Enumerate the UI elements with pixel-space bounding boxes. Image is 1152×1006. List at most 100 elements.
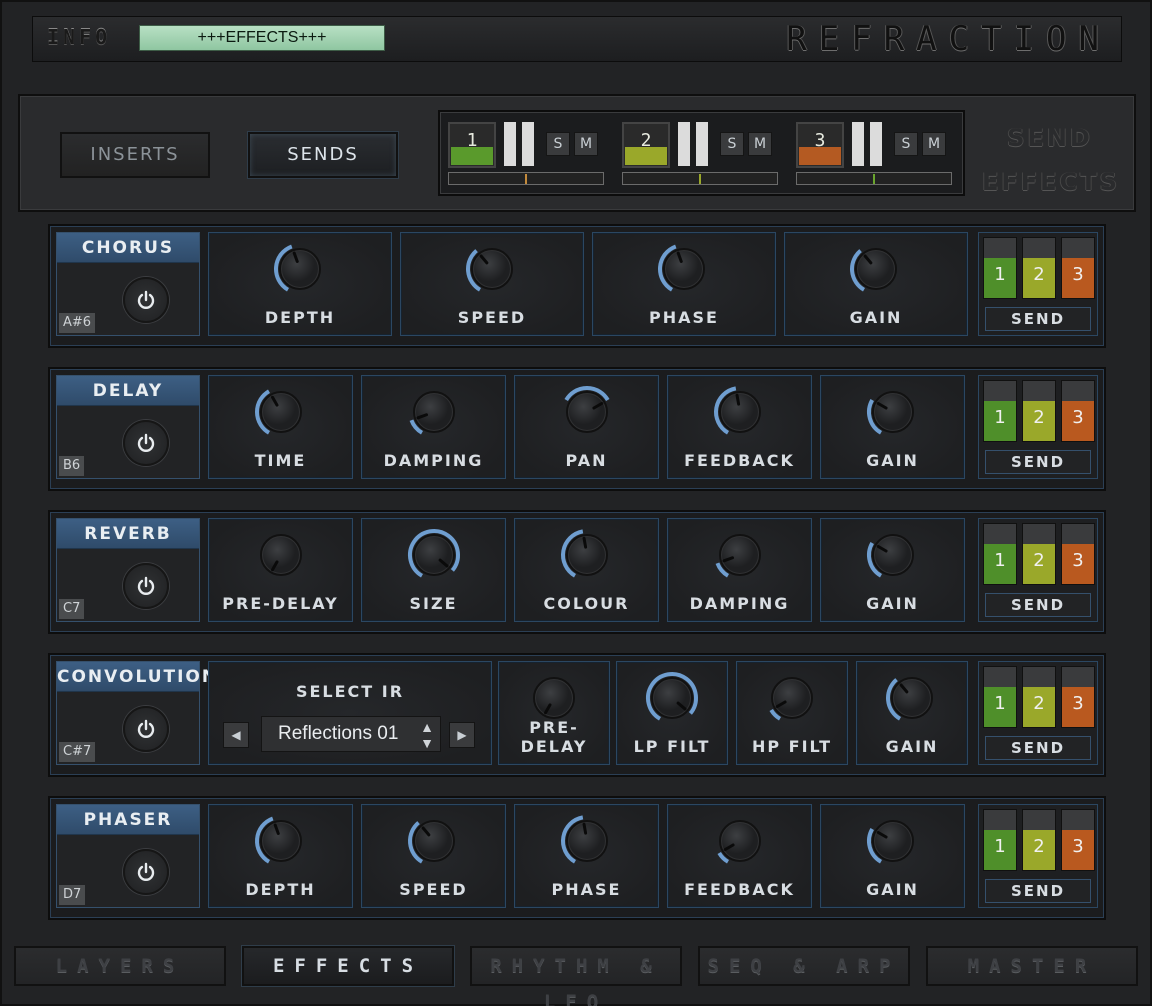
updown-icon: ▲ ▼ — [420, 719, 434, 751]
phaser-send-panel: 1 2 3 SEND — [978, 804, 1098, 908]
phaser-title: PHASER — [57, 805, 199, 835]
phaser-speed-knob[interactable] — [406, 813, 462, 869]
channel-2-solo-button[interactable]: S — [720, 132, 744, 156]
delay-title: DELAY — [57, 376, 199, 406]
delay-send-3-button[interactable]: 3 — [1061, 380, 1095, 442]
chorus-send-2-button[interactable]: 2 — [1022, 237, 1056, 299]
channel-3-solo-button[interactable]: S — [894, 132, 918, 156]
chorus-depth-label: DEPTH — [264, 308, 336, 327]
reverb-power-button[interactable] — [123, 563, 169, 609]
reverb-send-3-button[interactable]: 3 — [1061, 523, 1095, 585]
bottom-nav: LAYERS EFFECTS RHYTHM & LFO SEQ & ARP MA… — [10, 942, 1146, 1006]
chorus-gain-knob[interactable] — [848, 241, 904, 297]
chorus-phase-knob[interactable] — [656, 241, 712, 297]
phaser-send-1-button[interactable]: 1 — [983, 809, 1017, 871]
phaser-power-button[interactable] — [123, 849, 169, 895]
convolution-hp-filt-knob[interactable] — [764, 670, 820, 726]
sends-button[interactable]: SENDS — [248, 132, 398, 178]
channel-1-mute-button[interactable]: M — [574, 132, 598, 156]
reverb-size-knob[interactable] — [406, 527, 462, 583]
delay-send-1-button[interactable]: 1 — [983, 380, 1017, 442]
delay-damping-panel: DAMPING — [361, 375, 506, 479]
reverb-colour-knob[interactable] — [559, 527, 615, 583]
phaser-depth-knob[interactable] — [253, 813, 309, 869]
reverb-pre-delay-label: PRE-DELAY — [222, 594, 339, 613]
nav-effects[interactable]: EFFECTS — [242, 946, 454, 986]
convolution-send-3-button[interactable]: 3 — [1061, 666, 1095, 728]
delay-time-panel: TIME — [208, 375, 353, 479]
phaser-feedback-panel: FEEDBACK — [667, 804, 812, 908]
reverb-damping-knob[interactable] — [712, 527, 768, 583]
ir-next-button[interactable]: ▶ — [449, 722, 475, 748]
channel-1-button[interactable]: 1 — [448, 122, 496, 168]
chorus-speed-knob[interactable] — [464, 241, 520, 297]
fx-row-reverb: REVERB C7 PRE-DELAY SIZE COLOUR DAMPING … — [48, 510, 1106, 634]
phaser-phase-label: PHASE — [551, 880, 622, 899]
nav-master[interactable]: MASTER — [926, 946, 1138, 986]
delay-power-button[interactable] — [123, 420, 169, 466]
delay-trigger-note: B6 — [59, 456, 85, 476]
phaser-depth-label: DEPTH — [245, 880, 316, 899]
delay-feedback-knob[interactable] — [712, 384, 768, 440]
ir-prev-button[interactable]: ◀ — [223, 722, 249, 748]
send-channel-3: 3 S M — [796, 120, 952, 190]
chorus-send-label: SEND — [985, 307, 1091, 331]
phaser-send-3-button[interactable]: 3 — [1061, 809, 1095, 871]
reverb-send-panel: 1 2 3 SEND — [978, 518, 1098, 622]
phaser-gain-label: GAIN — [866, 880, 919, 899]
convolution-send-1-button[interactable]: 1 — [983, 666, 1017, 728]
convolution-header: CONVOLUTION C#7 — [56, 661, 216, 765]
phaser-gain-knob[interactable] — [865, 813, 921, 869]
convolution-gain-knob[interactable] — [884, 670, 940, 726]
delay-damping-knob[interactable] — [406, 384, 462, 440]
delay-send-2-button[interactable]: 2 — [1022, 380, 1056, 442]
delay-pan-knob[interactable] — [559, 384, 615, 440]
reverb-send-1-button[interactable]: 1 — [983, 523, 1017, 585]
channel-1-solo-button[interactable]: S — [546, 132, 570, 156]
reverb-header: REVERB C7 — [56, 518, 200, 622]
reverb-size-panel: SIZE — [361, 518, 506, 622]
channel-1-meter-right — [522, 122, 534, 166]
reverb-pre-delay-panel: PRE-DELAY — [208, 518, 353, 622]
channel-2-mute-button[interactable]: M — [748, 132, 772, 156]
reverb-send-label: SEND — [985, 593, 1091, 617]
phaser-feedback-label: FEEDBACK — [684, 880, 795, 899]
channel-2-button[interactable]: 2 — [622, 122, 670, 168]
phaser-send-2-button[interactable]: 2 — [1022, 809, 1056, 871]
convolution-lp-filt-panel: LP FILT — [616, 661, 728, 765]
ir-dropdown[interactable]: Reflections 01 ▲ ▼ — [261, 716, 441, 752]
chorus-send-1-button[interactable]: 1 — [983, 237, 1017, 299]
channel-3-level-slider[interactable] — [796, 172, 952, 185]
channel-1-level-slider[interactable] — [448, 172, 604, 185]
convolution-send-2-button[interactable]: 2 — [1022, 666, 1056, 728]
reverb-gain-knob[interactable] — [865, 527, 921, 583]
phaser-phase-panel: PHASE — [514, 804, 659, 908]
delay-time-knob[interactable] — [253, 384, 309, 440]
convolution-title: CONVOLUTION — [57, 662, 216, 692]
delay-gain-knob[interactable] — [865, 384, 921, 440]
convolution-lp-filt-knob[interactable] — [644, 670, 700, 726]
channel-3-mute-button[interactable]: M — [922, 132, 946, 156]
nav-layers[interactable]: LAYERS — [14, 946, 226, 986]
convolution-send-panel: 1 2 3 SEND — [978, 661, 1098, 765]
chorus-power-button[interactable] — [123, 277, 169, 323]
phaser-feedback-knob[interactable] — [712, 813, 768, 869]
channel-3-button[interactable]: 3 — [796, 122, 844, 168]
send-panel: INSERTS SENDS 1 S M 2 S M 3 S M SEND EFF… — [18, 94, 1136, 212]
convolution-send-label: SEND — [985, 736, 1091, 760]
fx-row-chorus: CHORUS A#6 DEPTH SPEED PHASE GAIN 1 2 3 … — [48, 224, 1106, 348]
chorus-send-3-button[interactable]: 3 — [1061, 237, 1095, 299]
nav-rhythm-lfo[interactable]: RHYTHM & LFO — [470, 946, 682, 1006]
delay-damping-label: DAMPING — [383, 451, 484, 470]
convolution-pre-delay-label: PRE-DELAY — [520, 718, 588, 756]
inserts-button[interactable]: INSERTS — [60, 132, 210, 178]
chorus-depth-knob[interactable] — [272, 241, 328, 297]
delay-header: DELAY B6 — [56, 375, 200, 479]
reverb-send-2-button[interactable]: 2 — [1022, 523, 1056, 585]
phaser-phase-knob[interactable] — [559, 813, 615, 869]
convolution-power-button[interactable] — [123, 706, 169, 752]
convolution-pre-delay-panel: PRE-DELAY — [498, 661, 610, 765]
nav-seq-arp[interactable]: SEQ & ARP — [698, 946, 910, 986]
channel-2-level-slider[interactable] — [622, 172, 778, 185]
reverb-pre-delay-knob[interactable] — [253, 527, 309, 583]
